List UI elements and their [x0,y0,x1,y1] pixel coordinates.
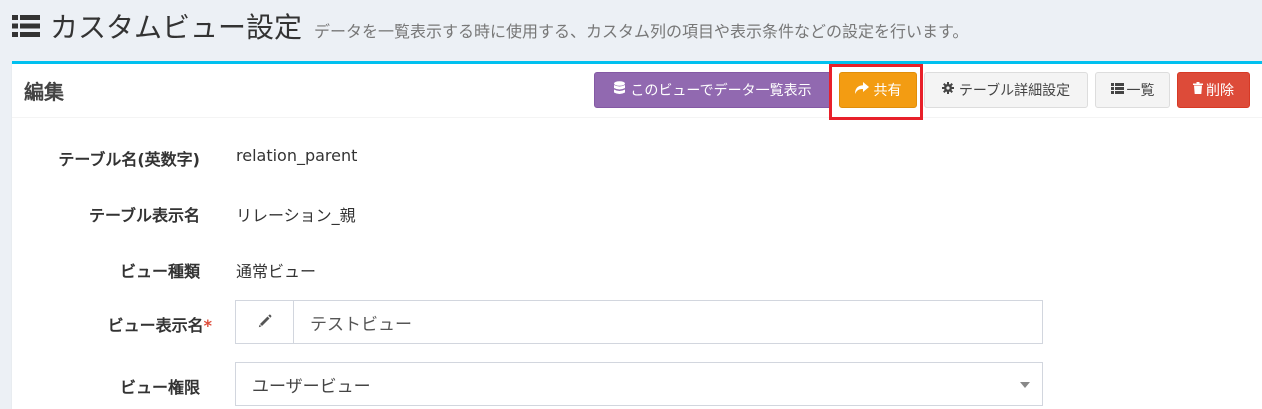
table-settings-label: テーブル詳細設定 [958,83,1071,99]
table-name-value: relation_parent [236,146,358,165]
share-label: 共有 [873,83,902,99]
gear-icon [941,82,954,98]
database-icon [614,81,626,99]
page-title: カスタムビュー設定 [50,11,303,44]
view-type-value: 通常ビュー [236,262,317,281]
view-display-name-label-text: ビュー表示名 [107,316,204,335]
page-subtitle: データを一覧表示する時に使用する、カスタム列の項目や表示条件などの設定を行います… [314,22,969,41]
edit-box: 編集 このビューでデータ一覧表示 共有 テーブル詳細設定 一覧 削除 テーブル名… [12,61,1262,409]
view-data-label: このビューでデータ一覧表示 [630,83,812,99]
view-permission-select[interactable]: ユーザービュー [235,362,1043,406]
box-tools: このビューでデータ一覧表示 共有 テーブル詳細設定 一覧 削除 [587,72,1250,108]
view-display-name-input[interactable]: テストビュー [294,301,1042,343]
table-display-name-label: テーブル表示名 [88,206,200,225]
chevron-down-icon[interactable] [1020,382,1030,388]
view-data-button[interactable]: このビューでデータ一覧表示 [594,72,832,108]
view-permission-label: ビュー権限 [119,378,200,397]
share-icon [854,82,869,98]
list-label: 一覧 [1126,83,1155,99]
table-name-row: テーブル名(英数字) relation_parent [12,134,1262,178]
share-button[interactable]: 共有 [839,72,917,108]
view-display-name-label: ビュー表示名* [22,312,212,336]
trash-icon [1193,82,1203,98]
table-display-name-value: リレーション_親 [236,206,356,225]
view-display-name-field[interactable]: テストビュー [235,300,1043,344]
delete-label: 削除 [1206,83,1234,99]
view-type-row: ビュー種類 通常ビュー [12,246,1262,290]
page-header: カスタムビュー設定 データを一覧表示する時に使用する、カスタム列の項目や表示条件… [12,0,1252,52]
table-name-label: テーブル名(英数字) [58,150,200,169]
view-permission-value: ユーザービュー [252,376,371,397]
input-addon [236,301,294,343]
table-display-name-row: テーブル表示名 リレーション_親 [12,190,1262,234]
list-button[interactable]: 一覧 [1095,72,1170,108]
required-mark: * [203,316,212,335]
table-settings-button[interactable]: テーブル詳細設定 [924,72,1088,108]
delete-button[interactable]: 削除 [1177,72,1250,108]
list-icon [1110,82,1124,98]
box-title: 編集 [24,80,64,104]
box-header: 編集 このビューでデータ一覧表示 共有 テーブル詳細設定 一覧 削除 [12,64,1262,118]
view-permission-row: ビュー権限 ユーザービュー [12,362,1262,406]
pencil-icon [258,313,272,332]
view-display-name-row: ビュー表示名* テストビュー [12,300,1262,344]
view-type-label: ビュー種類 [119,262,200,281]
list-icon [12,14,40,38]
